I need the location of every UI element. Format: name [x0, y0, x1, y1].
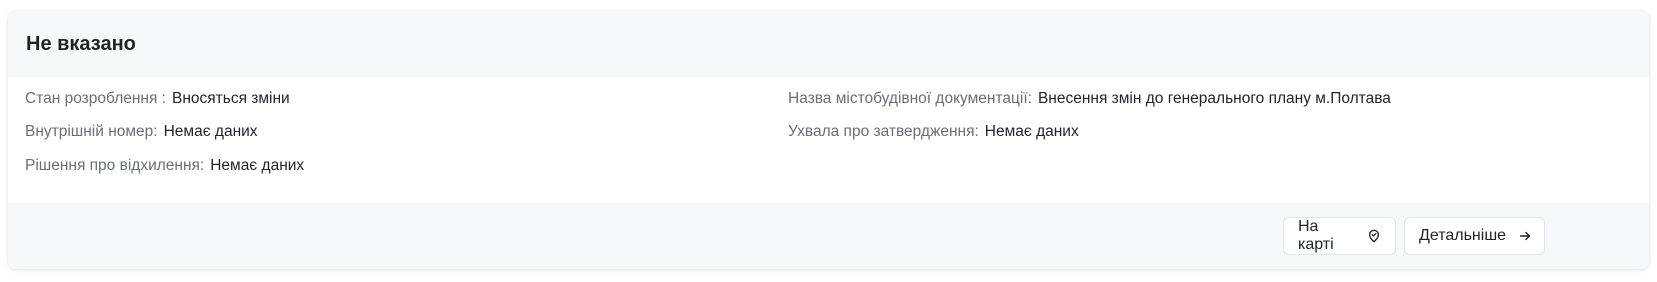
field-rejection-decision-value: Немає даних — [210, 157, 305, 174]
card-footer: На карті Детальніше — [8, 203, 1649, 269]
field-status-label: Стан розроблення : — [25, 90, 166, 107]
field-rejection-decision: Рішення про відхилення: Немає даних — [25, 156, 304, 176]
field-internal-number: Внутрішній номер: Немає даних — [25, 122, 258, 142]
card-title: Не вказано — [26, 32, 136, 55]
details-button[interactable]: Детальніше — [1404, 217, 1545, 255]
field-status: Стан розроблення : Вносяться зміни — [25, 89, 290, 109]
field-doc-name: Назва містобудівної документації: Внесенн… — [788, 89, 1391, 109]
field-doc-name-label: Назва містобудівної документації: — [788, 90, 1032, 107]
field-internal-number-value: Немає даних — [163, 123, 258, 140]
field-approval-resolution: Ухвала про затвердження: Немає даних — [788, 122, 1079, 142]
field-approval-resolution-value: Немає даних — [984, 123, 1079, 140]
field-internal-number-label: Внутрішній номер: — [25, 123, 158, 140]
show-on-map-label: На карті — [1298, 218, 1334, 253]
field-doc-name-value: Внесення змін до генерального плану м.По… — [1037, 90, 1391, 107]
field-rejection-decision-label: Рішення про відхилення: — [25, 157, 205, 174]
details-label: Детальніше — [1419, 227, 1507, 244]
card-header: Не вказано — [8, 11, 1649, 77]
map-pin-check-icon — [1367, 229, 1381, 243]
field-status-value: Вносяться зміни — [172, 90, 290, 107]
field-approval-resolution-label: Ухвала про затвердження: — [788, 123, 979, 140]
arrow-right-icon — [1518, 229, 1532, 243]
show-on-map-button[interactable]: На карті — [1283, 217, 1396, 255]
